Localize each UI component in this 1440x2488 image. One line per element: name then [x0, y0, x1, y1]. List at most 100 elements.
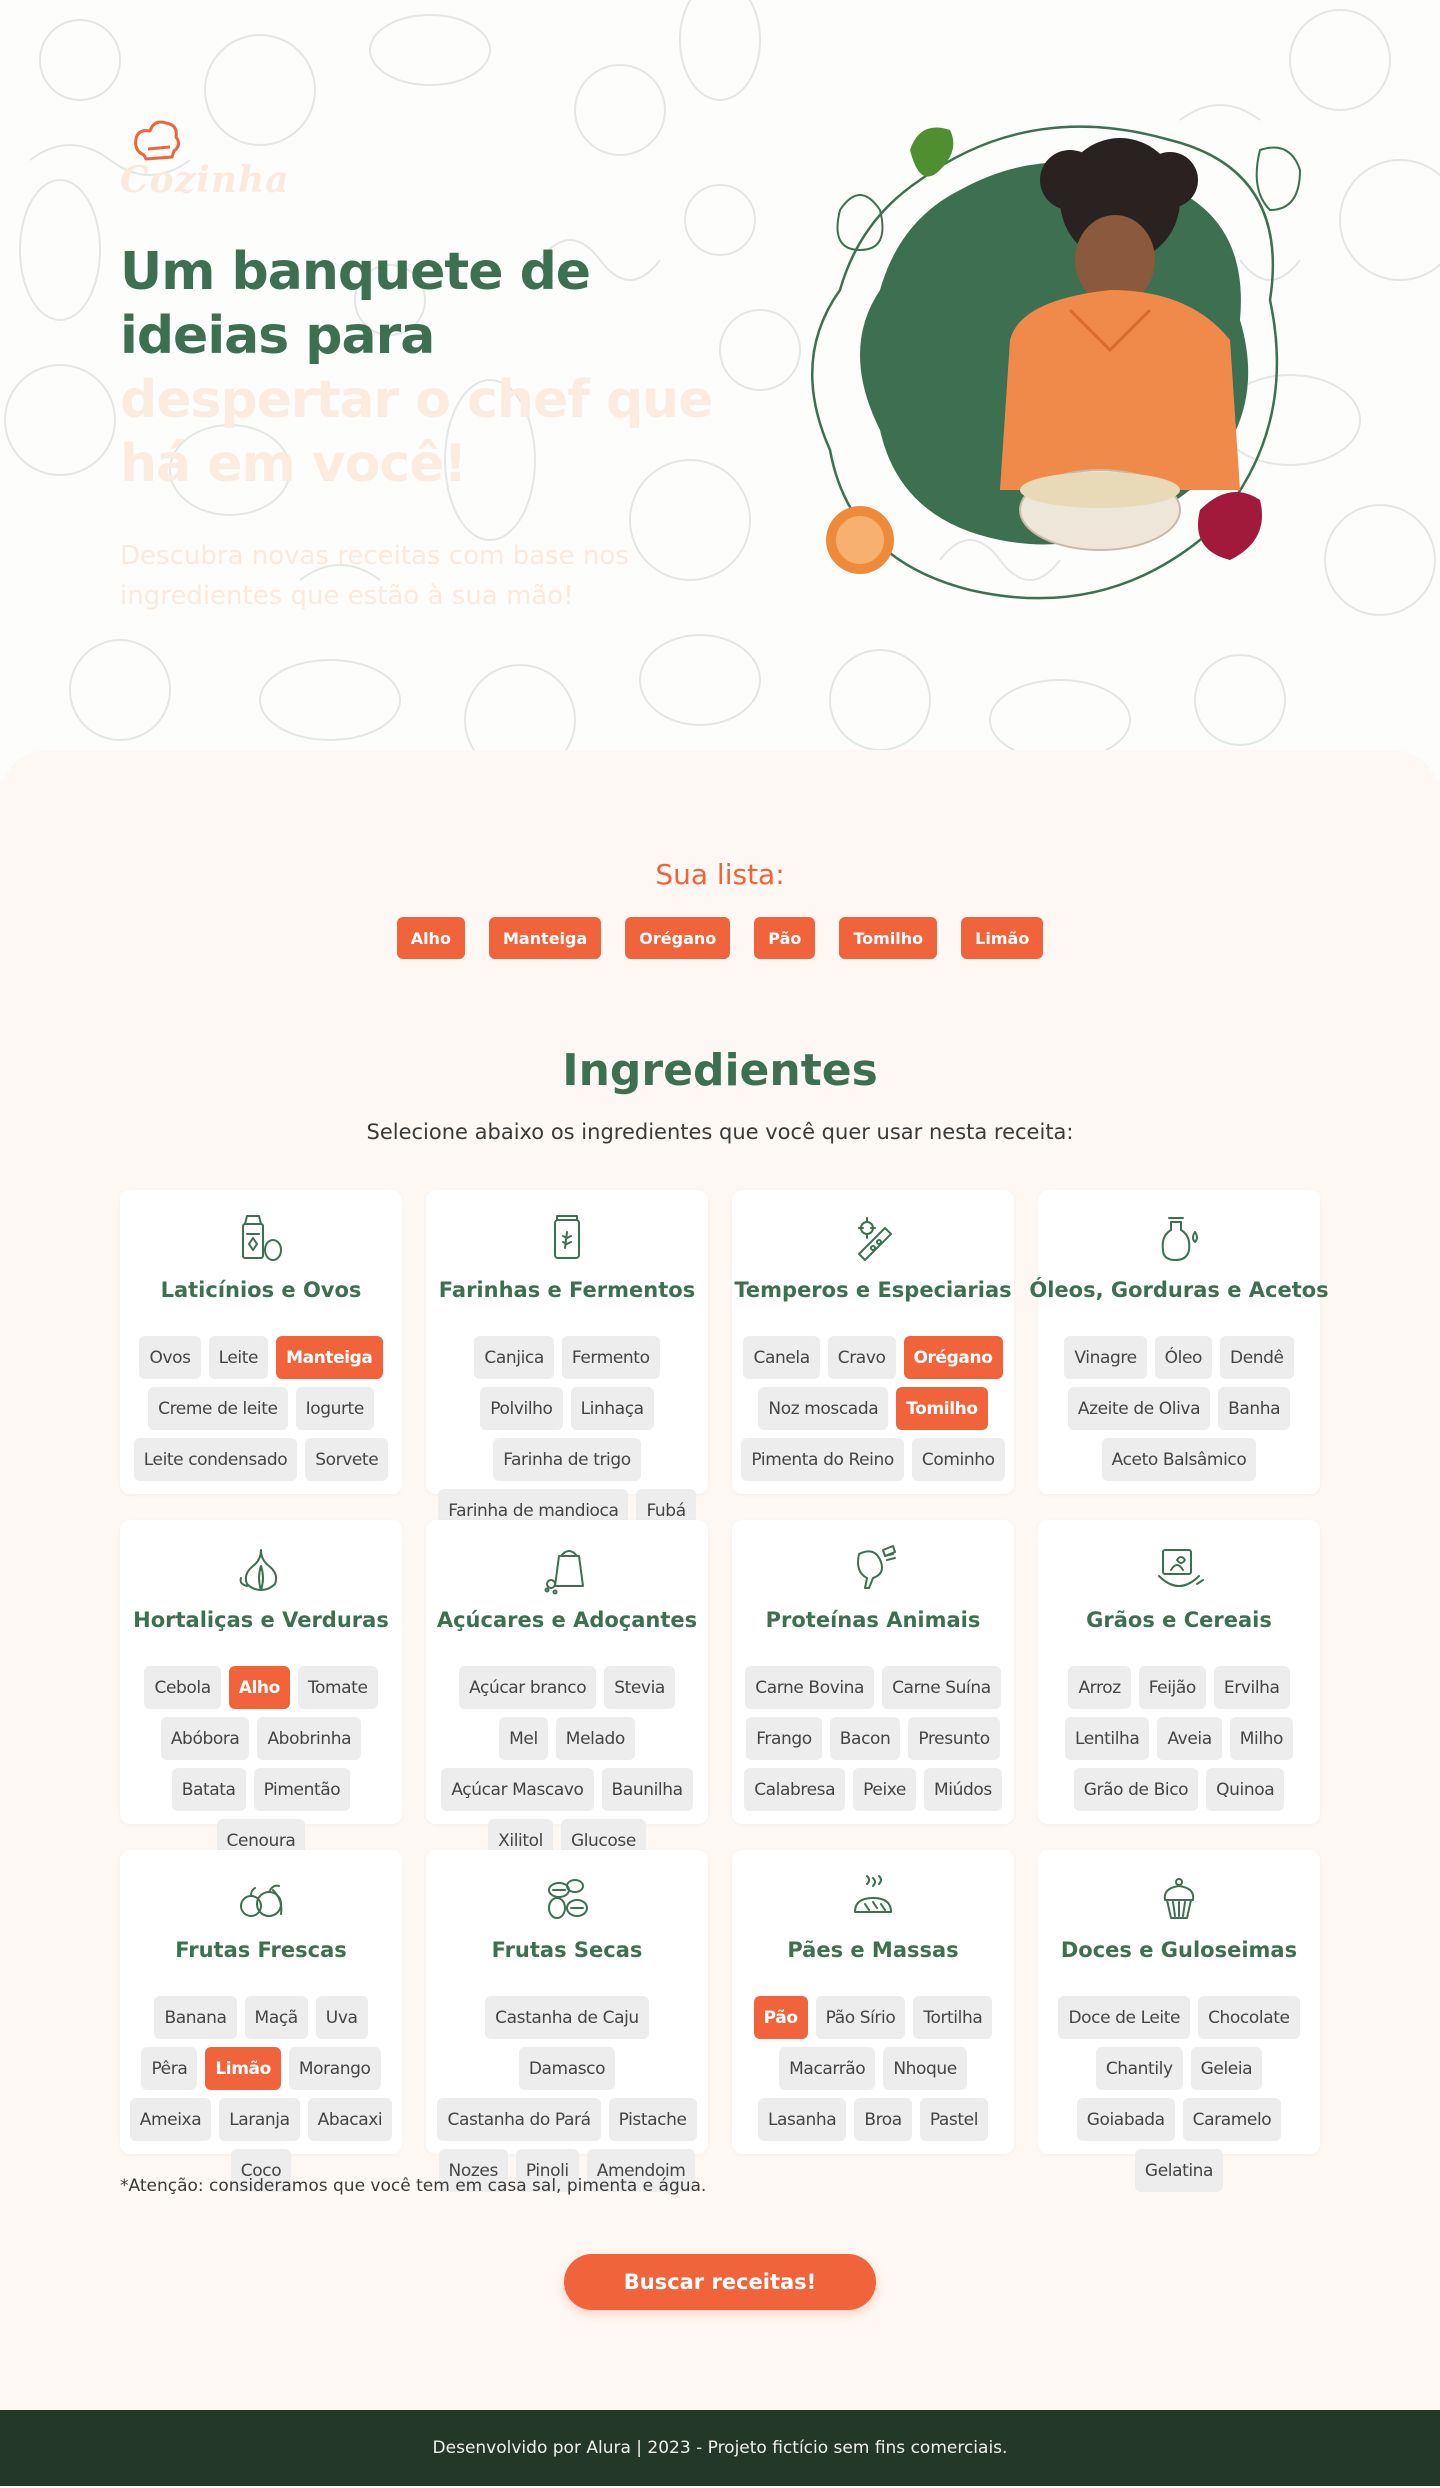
ingredient-chip[interactable]: Tortilha — [913, 1996, 993, 2039]
ingredient-chip[interactable]: Carne Suína — [882, 1666, 1001, 1709]
ingredient-chip[interactable]: Tomate — [297, 1666, 378, 1709]
search-recipes-button[interactable]: Buscar receitas! — [564, 2254, 876, 2310]
list-tag[interactable]: Alho — [396, 917, 465, 959]
ingredient-chip[interactable]: Bacon — [829, 1717, 901, 1760]
ingredient-chip-list: Pão Pão Sírio Tortilha Macarrão Nhoque Lasanh… — [732, 1996, 1014, 2141]
ingredient-chip[interactable]: Linhaça — [570, 1387, 654, 1430]
ingredient-chip[interactable]: Pistache — [608, 2098, 697, 2141]
ingredient-chip[interactable]: Grão de Bico — [1073, 1768, 1199, 1811]
ingredient-chip[interactable]: Feijão — [1138, 1666, 1206, 1709]
category-title: Laticínios e Ovos — [160, 1278, 362, 1302]
ingredient-chip[interactable]: Leite — [208, 1336, 269, 1379]
ingredient-chip[interactable]: Fermento — [561, 1336, 660, 1379]
ingredient-chip[interactable]: Calabresa — [744, 1768, 846, 1811]
list-tag[interactable]: Limão — [961, 917, 1044, 959]
ingredient-chip[interactable]: Castanha de Caju — [485, 1996, 649, 2039]
ingredient-chip[interactable]: Azeite de Oliva — [1067, 1387, 1211, 1430]
ingredient-chip[interactable]: Laranja — [219, 2098, 300, 2141]
ingredient-chip[interactable]: Farinha de trigo — [493, 1438, 641, 1481]
ingredient-chip[interactable]: Ameixa — [129, 2098, 212, 2141]
ingredient-chip[interactable]: Chantily — [1095, 2047, 1183, 2090]
ingredient-chip[interactable]: Canjica — [474, 1336, 554, 1379]
ingredient-chip[interactable]: Pimenta do Reino — [741, 1438, 904, 1481]
ingredient-chip[interactable]: Cravo — [827, 1336, 896, 1379]
ingredient-chip[interactable]: Limão — [205, 2047, 281, 2090]
ingredient-chip[interactable]: Vinagre — [1064, 1336, 1147, 1379]
ingredient-chip[interactable]: Óleo — [1154, 1336, 1213, 1379]
ingredient-chip[interactable]: Peixe — [853, 1768, 916, 1811]
ingredient-chip[interactable]: Aceto Balsâmico — [1101, 1438, 1257, 1481]
ingredient-chip[interactable]: Pão — [753, 1996, 808, 2039]
ingredient-chip[interactable]: Açúcar Mascavo — [441, 1768, 594, 1811]
list-tag[interactable]: Tomilho — [839, 917, 938, 959]
ingredient-chip[interactable]: Stevia — [604, 1666, 675, 1709]
ingredient-chip[interactable]: Tomilho — [896, 1387, 988, 1430]
spices-icon — [845, 1210, 901, 1266]
ingredient-chip[interactable]: Frango — [746, 1717, 822, 1760]
ingredient-chip[interactable]: Creme de leite — [148, 1387, 288, 1430]
ingredient-chip[interactable]: Manteiga — [276, 1336, 383, 1379]
category-title: Hortaliças e Verduras — [133, 1608, 389, 1632]
ingredient-chip[interactable]: Abacaxi — [307, 2098, 393, 2141]
ingredient-chip[interactable]: Batata — [171, 1768, 246, 1811]
ingredient-chip[interactable]: Aveia — [1157, 1717, 1222, 1760]
ingredient-chip[interactable]: Gelatina — [1134, 2149, 1224, 2192]
ingredient-chip[interactable]: Arroz — [1068, 1666, 1131, 1709]
ingredient-chip[interactable]: Cominho — [911, 1438, 1005, 1481]
ingredient-chip[interactable]: Macarrão — [779, 2047, 876, 2090]
ingredient-chip[interactable]: Pimentão — [253, 1768, 351, 1811]
ingredient-chip[interactable]: Lasanha — [757, 2098, 847, 2141]
ingredient-chip[interactable]: Leite condensado — [133, 1438, 298, 1481]
ingredient-chip[interactable]: Chocolate — [1198, 1996, 1300, 2039]
ingredient-chip[interactable]: Abóbora — [160, 1717, 250, 1760]
ingredient-chip[interactable]: Caramelo — [1182, 2098, 1282, 2141]
ingredient-chip-list: Canjica Fermento Polvilho Linhaça Farinha de… — [426, 1336, 708, 1532]
ingredient-chip[interactable]: Uva — [315, 1996, 368, 2039]
list-tag[interactable]: Pão — [754, 917, 816, 959]
list-tag[interactable]: Orégano — [625, 917, 731, 959]
ingredient-chip[interactable]: Morango — [288, 2047, 381, 2090]
ingredient-chip[interactable]: Abobrinha — [257, 1717, 362, 1760]
ingredient-chip[interactable]: Dendê — [1220, 1336, 1294, 1379]
ingredient-chip[interactable]: Polvilho — [480, 1387, 563, 1430]
ingredient-chip[interactable]: Mel — [499, 1717, 548, 1760]
ingredient-chip[interactable]: Banha — [1218, 1387, 1291, 1430]
list-tag[interactable]: Manteiga — [488, 917, 602, 959]
ingredient-chip[interactable]: Miúdos — [923, 1768, 1002, 1811]
ingredient-chip[interactable]: Melado — [555, 1717, 635, 1760]
ingredient-chip[interactable]: Goiabada — [1076, 2098, 1175, 2141]
ingredient-chip[interactable]: Cebola — [144, 1666, 221, 1709]
ingredient-chip[interactable]: Milho — [1229, 1717, 1294, 1760]
ingredient-chip[interactable]: Sorvete — [305, 1438, 389, 1481]
ingredient-chip[interactable]: Açúcar branco — [459, 1666, 597, 1709]
ingredient-chip[interactable]: Canela — [743, 1336, 820, 1379]
ingredient-chip[interactable]: Baunilha — [601, 1768, 693, 1811]
ingredient-chip[interactable]: Geleia — [1190, 2047, 1263, 2090]
ingredient-chip[interactable]: Damasco — [518, 2047, 616, 2090]
ingredient-chip[interactable]: Banana — [154, 1996, 237, 2039]
ingredient-chip[interactable]: Lentilha — [1064, 1717, 1150, 1760]
ingredient-chip[interactable]: Alho — [228, 1666, 290, 1709]
brand-logo[interactable]: Cozinha — [120, 115, 289, 201]
ingredient-chip[interactable]: Broa — [854, 2098, 912, 2141]
ingredient-chip[interactable]: Quinoa — [1206, 1768, 1285, 1811]
ingredient-chip[interactable]: Castanha do Pará — [437, 2098, 601, 2141]
ingredient-chip[interactable]: Orégano — [903, 1336, 1003, 1379]
ingredient-chip[interactable]: Ervilha — [1213, 1666, 1290, 1709]
category-title: Proteínas Animais — [765, 1608, 981, 1632]
hero-title: Um banquete de ideias para despertar o c… — [120, 240, 720, 496]
ingredient-chip[interactable]: Maçã — [244, 1996, 308, 2039]
category-card: Doces e Guloseimas Doce de Leite Chocolate… — [1038, 1850, 1320, 2192]
ingredient-chip[interactable]: Doce de Leite — [1058, 1996, 1191, 2039]
ingredient-chip[interactable]: Carne Bovina — [745, 1666, 875, 1709]
ingredient-chip[interactable]: Pão Sírio — [815, 1996, 906, 2039]
ingredient-chip[interactable]: Pastel — [919, 2098, 989, 2141]
ingredient-chip[interactable]: Pêra — [141, 2047, 198, 2090]
ingredient-chip[interactable]: Nhoque — [883, 2047, 967, 2090]
ingredient-chip[interactable]: Noz moscada — [758, 1387, 889, 1430]
ingredient-chip[interactable]: Ovos — [139, 1336, 201, 1379]
ingredient-chip-list: Carne Bovina Carne Suína Frango Bacon Presun… — [732, 1666, 1014, 1811]
ingredient-chip[interactable]: Iogurte — [295, 1387, 374, 1430]
ingredient-chip[interactable]: Presunto — [908, 1717, 1000, 1760]
selected-ingredients-list: Alho Manteiga Orégano Pão Tomilho Limão — [0, 917, 1440, 959]
